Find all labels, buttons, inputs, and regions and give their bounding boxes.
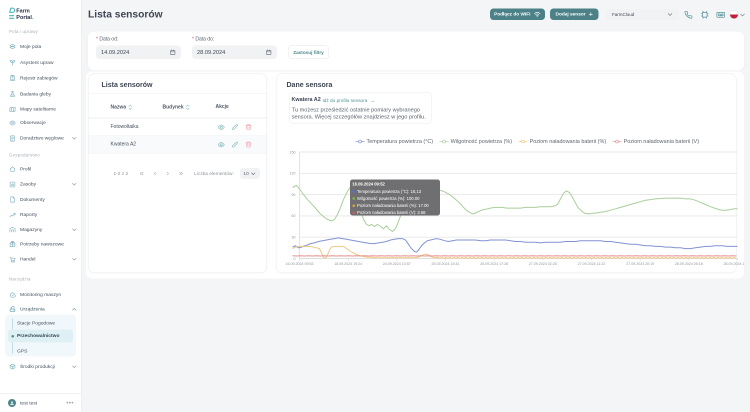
svg-text:28.09.2024 14:13: 28.09.2024 14:13 xyxy=(724,262,745,266)
svg-text:0: 0 xyxy=(294,257,296,261)
svg-text:27.09.2024 11:22: 27.09.2024 11:22 xyxy=(578,262,606,266)
svg-text:16.09.2024 09:53: 16.09.2024 09:53 xyxy=(286,262,314,266)
svg-text:18.09.2024 19:24: 18.09.2024 19:24 xyxy=(334,262,362,266)
svg-text:120: 120 xyxy=(290,172,296,176)
svg-text:30: 30 xyxy=(292,236,296,240)
svg-text:Farm: Farm xyxy=(16,9,30,15)
svg-text:27.09.2024 02:25: 27.09.2024 02:25 xyxy=(529,262,557,266)
svg-text:26.09.2024 17:28: 26.09.2024 17:28 xyxy=(480,262,508,266)
svg-text:Portal.: Portal. xyxy=(16,15,34,20)
svg-text:27.09.2024 20:19: 27.09.2024 20:19 xyxy=(626,262,654,266)
svg-text:150: 150 xyxy=(290,150,296,154)
svg-text:28.09.2024 05:16: 28.09.2024 05:16 xyxy=(675,262,703,266)
svg-text:60: 60 xyxy=(292,214,296,218)
svg-text:90: 90 xyxy=(292,193,296,197)
svg-text:25.09.2024 15:41: 25.09.2024 15:41 xyxy=(432,262,460,266)
svg-text:24.09.2024 10:57: 24.09.2024 10:57 xyxy=(383,262,411,266)
